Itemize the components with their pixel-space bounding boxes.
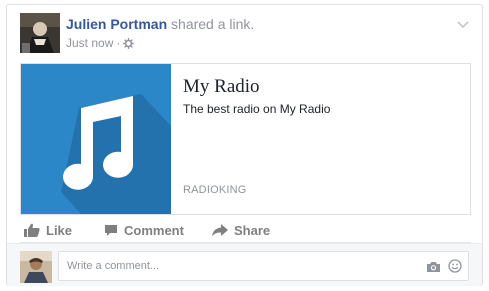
gear-icon[interactable] [123, 38, 135, 52]
like-button[interactable]: Like [24, 221, 72, 239]
meta-separator: · [116, 36, 121, 50]
preview-domain: RADIOKING [183, 184, 247, 196]
music-note-icon [21, 64, 171, 214]
author-name-link[interactable]: Julien Portman [66, 16, 167, 32]
preview-image[interactable] [21, 64, 171, 214]
preview-title[interactable]: My Radio [183, 76, 260, 98]
shared-text: shared a [171, 16, 226, 32]
shared-link-word[interactable]: link. [229, 16, 254, 32]
post-card: Julien Portman shared a link. Just now· [6, 4, 483, 286]
post-timestamp[interactable]: Just now [66, 36, 113, 50]
comment-input[interactable] [67, 252, 407, 280]
comment-area [7, 243, 482, 286]
post-meta: Just now · [66, 36, 135, 52]
thumbs-up-icon [24, 223, 40, 237]
action-bar: Like Comment Share [20, 217, 471, 243]
chevron-down-icon[interactable] [456, 17, 470, 29]
link-preview[interactable]: My Radio The best radio on My Radio RADI… [20, 63, 471, 215]
share-arrow-icon [212, 223, 228, 236]
share-label: Share [234, 222, 271, 238]
camera-icon[interactable] [426, 260, 441, 278]
share-button[interactable]: Share [212, 221, 270, 239]
comment-box[interactable] [58, 251, 469, 281]
comment-bubble-icon [105, 224, 117, 236]
commenter-avatar[interactable] [20, 251, 52, 283]
comment-button[interactable]: Comment [104, 221, 184, 239]
post-header-line: Julien Portman shared a link. [66, 16, 254, 32]
preview-description: The best radio on My Radio [183, 102, 331, 116]
like-label: Like [46, 222, 73, 238]
smiley-icon[interactable] [448, 259, 462, 278]
author-avatar[interactable] [20, 13, 60, 53]
comment-label: Comment [124, 222, 184, 238]
